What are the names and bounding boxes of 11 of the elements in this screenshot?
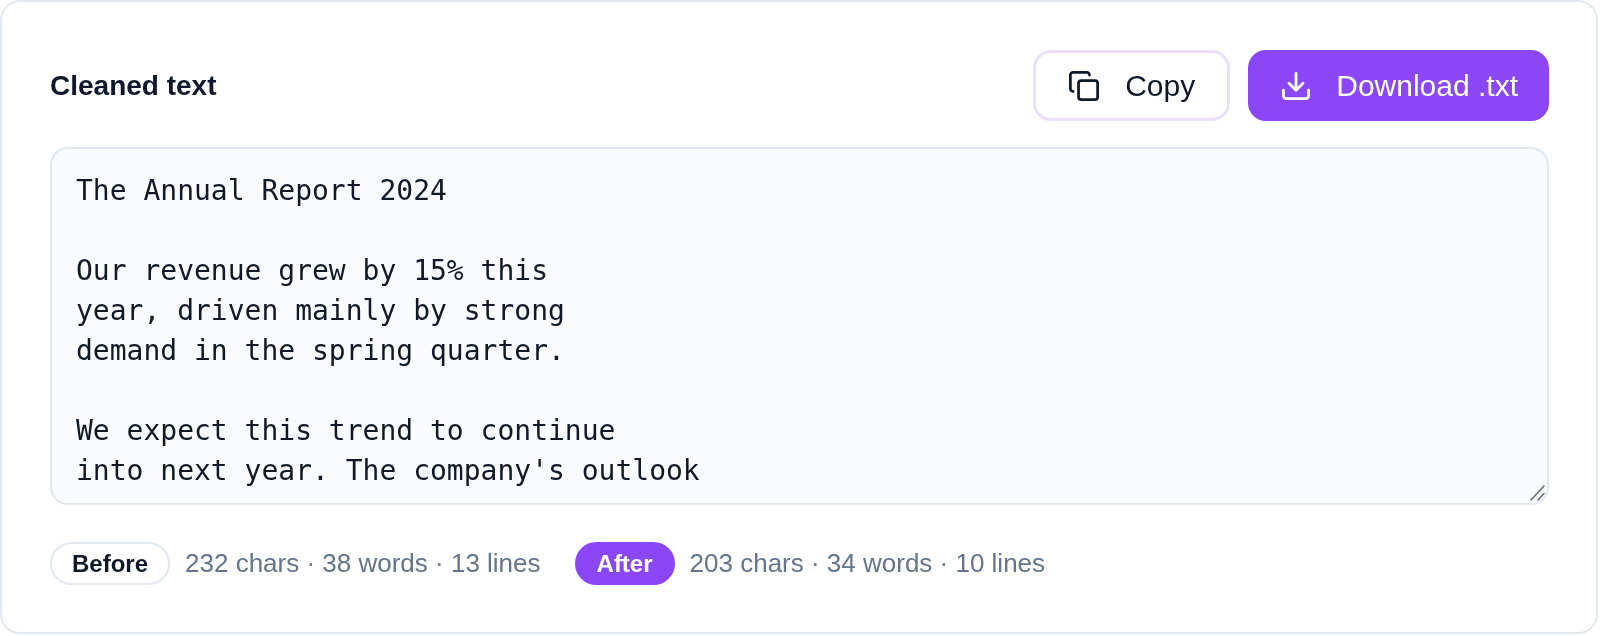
download-button[interactable]: Download .txt (1248, 50, 1549, 121)
resize-grip-icon (1530, 485, 1545, 501)
panel-title: Cleaned text (50, 68, 217, 103)
stats-badge: Before (50, 542, 171, 585)
stats-summary: 232 chars · 38 words · 13 lines (185, 548, 541, 579)
download-icon (1282, 71, 1311, 100)
stats-summary: 203 chars · 34 words · 10 lines (689, 548, 1046, 579)
copy-icon (1069, 70, 1100, 101)
copy-button[interactable]: Copy (1033, 50, 1231, 121)
text-field[interactable]: The Annual Report 2024 Our revenue grew by 15% this year, driven mainly by strong demand in the spring quarter. We expect this trend to continue into next year. The company's outlook (50, 147, 1549, 505)
stats-badge: After (574, 542, 675, 585)
